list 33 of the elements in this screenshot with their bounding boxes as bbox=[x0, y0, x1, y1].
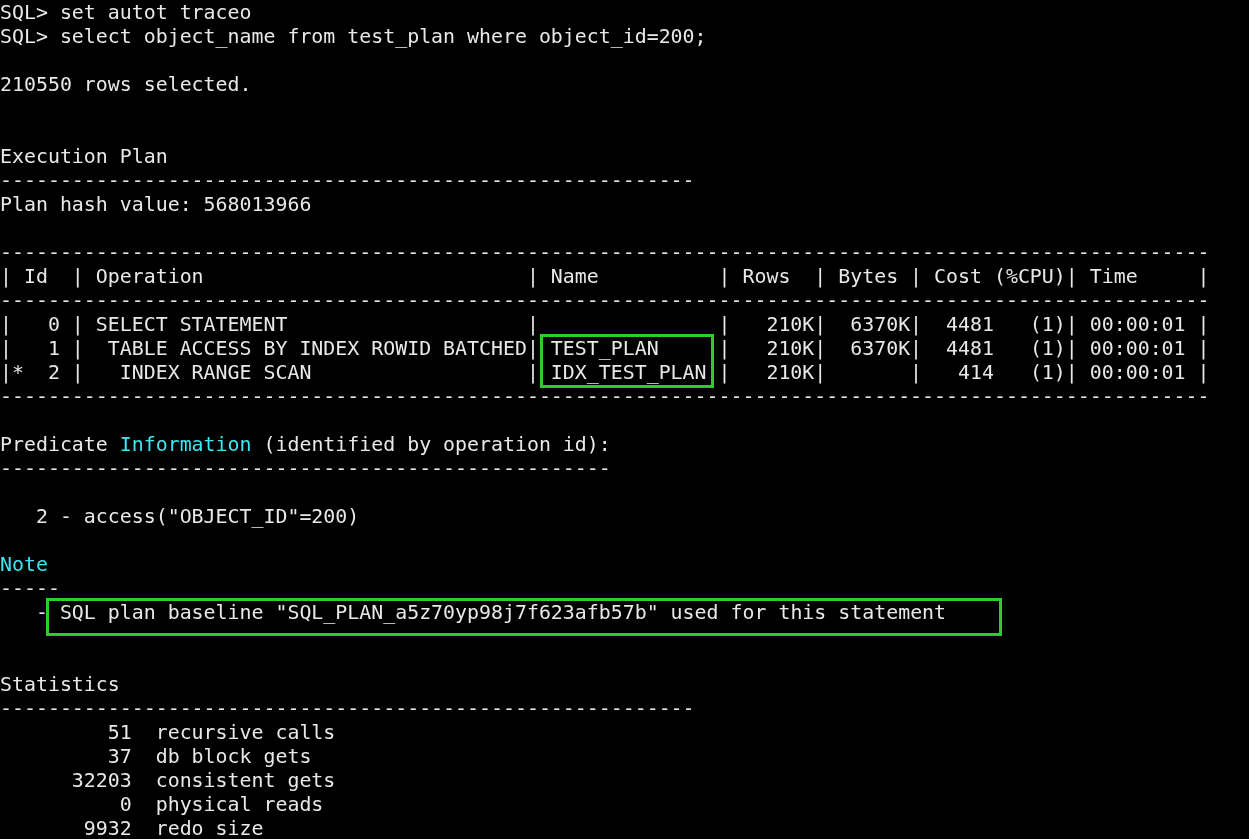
terminal-text: | 210K| | 414 (1)| 00:00:01 | bbox=[717, 361, 1210, 384]
terminal-line: ---------------------------------------------------------- bbox=[0, 169, 695, 192]
terminal-line: 37 db block gets bbox=[106, 745, 312, 768]
keyword-text: Information bbox=[119, 433, 252, 456]
terminal-line: --------------------------------------------------- bbox=[0, 457, 611, 480]
terminal-line: 9932 redo size bbox=[82, 817, 264, 839]
terminal-text: | 210K| 6370K| 4481 (1)| 00:00:01 | bbox=[717, 337, 1210, 360]
terminal-line: 51 recursive calls bbox=[106, 721, 336, 744]
terminal-line: 2 - access("OBJECT_ID"=200) bbox=[34, 505, 360, 528]
terminal-line: 210550 rows selected. bbox=[0, 73, 252, 96]
terminal-line: SQL> select object_name from test_plan where object_id=200; bbox=[0, 25, 707, 48]
terminal-text: | 1 | TABLE ACCESS BY INDEX ROWID BATCHED| bbox=[0, 337, 540, 360]
terminal-line: ----------------------------------------------------------------------------------------------------- bbox=[0, 385, 1210, 408]
terminal-text: |* 2 | INDEX RANGE SCAN | bbox=[0, 361, 540, 384]
terminal-line: | 0 | SELECT STATEMENT | | 210K| 6370K| 4481 (1)| 00:00:01 | bbox=[0, 313, 1210, 336]
terminal-line: ---------------------------------------------------------- bbox=[0, 697, 695, 720]
terminal-text: Predicate bbox=[0, 433, 109, 456]
highlighted-text: SQL plan baseline "SQL_PLAN_a5z70yp98j7f623afb57b" used for this statement bbox=[59, 601, 947, 624]
terminal-line: ----- bbox=[0, 577, 60, 600]
terminal-line: Execution Plan bbox=[0, 145, 168, 168]
terminal-line: 0 physical reads bbox=[118, 793, 324, 816]
keyword-text: Note bbox=[0, 553, 48, 576]
terminal-line: 32203 consistent gets bbox=[70, 769, 336, 792]
terminal-line: SQL> set autot traceo bbox=[0, 1, 252, 24]
terminal-line: Plan hash value: 568013966 bbox=[0, 193, 312, 216]
terminal-line: ----------------------------------------------------------------------------------------------------- bbox=[0, 241, 1210, 264]
terminal-text: - bbox=[34, 601, 49, 624]
highlighted-text: TEST_PLAN bbox=[550, 337, 660, 360]
terminal-line: | Id | Operation | Name | Rows | Bytes | Cost (%CPU)| Time | bbox=[0, 265, 1210, 288]
highlighted-text: IDX_TEST_PLAN bbox=[550, 361, 707, 384]
terminal-line: Statistics bbox=[0, 673, 120, 696]
terminal-line: ----------------------------------------------------------------------------------------------------- bbox=[0, 289, 1210, 312]
terminal-text: (identified by operation id): bbox=[262, 433, 611, 456]
